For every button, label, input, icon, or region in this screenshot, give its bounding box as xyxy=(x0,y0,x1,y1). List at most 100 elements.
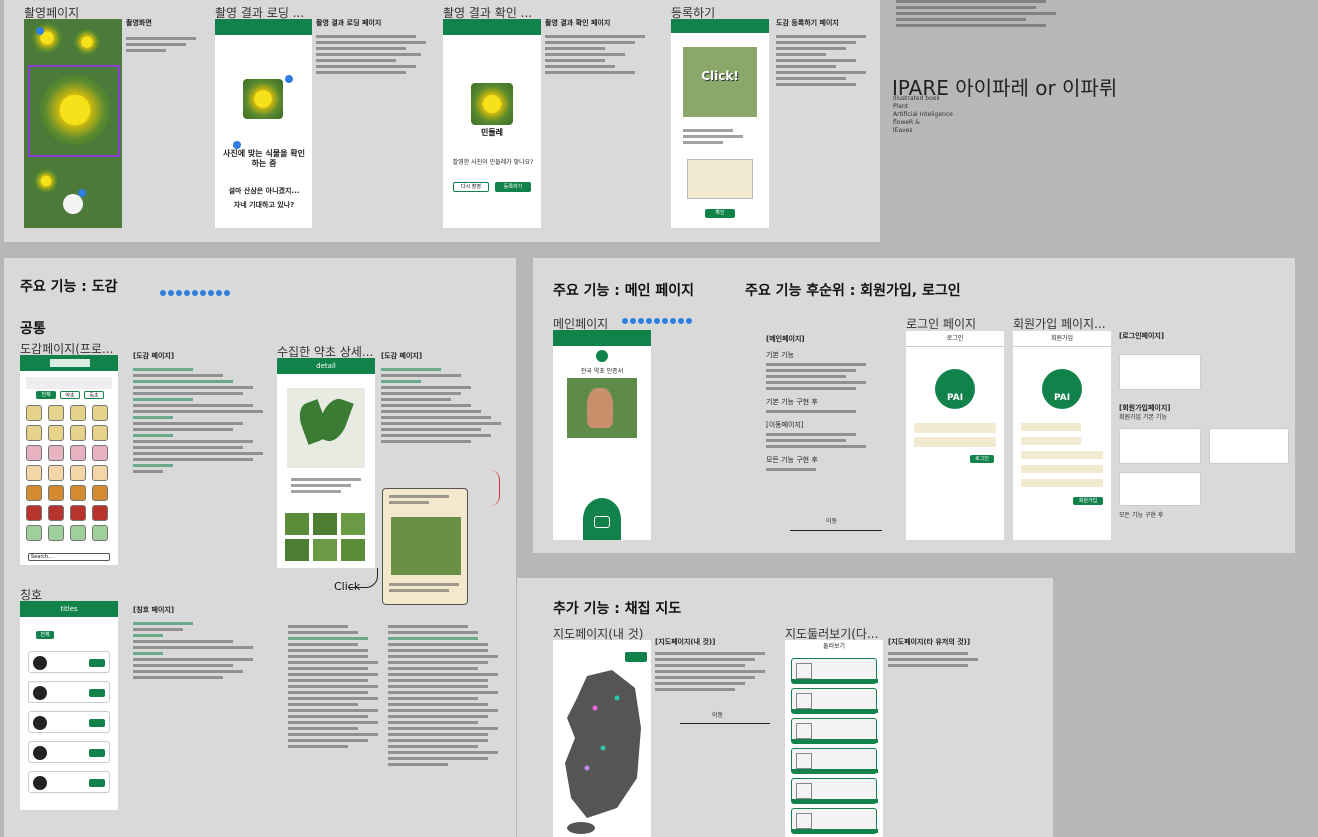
collection-item[interactable] xyxy=(26,485,42,501)
title-notes xyxy=(288,625,378,751)
title-desc-title: [칭호 페이지] xyxy=(133,606,175,614)
brand-line: Plant xyxy=(893,103,909,110)
red-arrow xyxy=(486,470,500,506)
detail-popup[interactable] xyxy=(382,488,468,605)
confirm-plant-name: 민들레 xyxy=(480,128,504,137)
collection-item[interactable] xyxy=(26,465,42,481)
register-confirm-button[interactable]: 확인 xyxy=(705,209,735,218)
collection-item[interactable] xyxy=(26,505,42,521)
map-thumbnail xyxy=(796,663,812,679)
collection-item[interactable] xyxy=(92,505,108,521)
collection-item[interactable] xyxy=(70,425,86,441)
collection-item[interactable] xyxy=(92,485,108,501)
title-tab-all[interactable]: 전체 xyxy=(36,631,54,639)
retry-button[interactable]: 다시 촬영 xyxy=(453,182,489,192)
title-select-button[interactable] xyxy=(89,689,105,697)
confirm-desc: 촬영 결과 확인 페이지 xyxy=(545,19,665,77)
search-input[interactable]: Search... xyxy=(28,553,110,561)
map-heading: 추가 기능 : 채집 지도 xyxy=(553,601,682,617)
signup-logo: PAI xyxy=(1042,369,1082,409)
title-select-button[interactable] xyxy=(89,749,105,757)
card-footer xyxy=(792,769,878,773)
collection-item[interactable] xyxy=(26,525,42,541)
brand-line: lEaves xyxy=(893,127,913,134)
shoot-desc: 촬영화면 xyxy=(126,19,206,52)
collection-item[interactable] xyxy=(92,425,108,441)
collection-item[interactable] xyxy=(48,485,64,501)
confirm-register-button[interactable]: 등록하기 xyxy=(495,182,531,192)
user-map-card[interactable] xyxy=(791,718,878,744)
dogam-desc-1-title: [도감 페이지] xyxy=(133,352,175,360)
loading-desc: 촬영 결과 로딩 페이지 xyxy=(316,19,436,77)
signup-field[interactable] xyxy=(1021,437,1081,445)
collection-item[interactable] xyxy=(70,505,86,521)
collection-item[interactable] xyxy=(70,445,86,461)
title-row[interactable] xyxy=(28,771,110,793)
title-row[interactable] xyxy=(28,711,110,733)
shoot-frame[interactable] xyxy=(24,19,122,228)
collection-item[interactable] xyxy=(92,465,108,481)
main-sub-4: 모든 기능 구현 후 xyxy=(766,456,818,464)
main-frame: 전국 약초 인증서 xyxy=(553,330,651,540)
detail-frame: detail xyxy=(277,358,375,568)
login-pw-input[interactable] xyxy=(914,437,996,447)
title-select-button[interactable] xyxy=(89,779,105,787)
collection-item[interactable] xyxy=(48,445,64,461)
avatar xyxy=(33,746,47,760)
map-thumbnail xyxy=(796,693,812,709)
login-logo: PAI xyxy=(935,369,975,409)
collection-item[interactable] xyxy=(48,525,64,541)
title-row[interactable] xyxy=(28,681,110,703)
avatar xyxy=(33,776,47,790)
collection-item[interactable] xyxy=(48,505,64,521)
map-desc-2-title: [지도페이지(타 유저의 것)] xyxy=(888,638,971,646)
detail-header: detail xyxy=(277,358,375,374)
collection-item[interactable] xyxy=(92,445,108,461)
register-memo[interactable] xyxy=(687,159,753,199)
tab-poison[interactable]: 독초 xyxy=(84,391,104,399)
tab-herb[interactable]: 약초 xyxy=(60,391,80,399)
signup-desc-title: [회원가입페이지] xyxy=(1119,404,1171,412)
title-row[interactable] xyxy=(28,741,110,763)
browse-frame: 둘러보기 xyxy=(785,640,883,837)
user-map-card[interactable] xyxy=(791,688,878,714)
collection-item[interactable] xyxy=(26,425,42,441)
collection-item[interactable] xyxy=(70,525,86,541)
shutter-button[interactable] xyxy=(63,194,83,214)
collection-item[interactable] xyxy=(70,465,86,481)
map-desc-1: [지도페이지(내 것)] xyxy=(655,638,785,694)
collection-item[interactable] xyxy=(70,405,86,421)
avatar xyxy=(33,686,47,700)
signup-field[interactable] xyxy=(1021,423,1081,431)
loading-text-2: 설마 산삼은 아니겠지... xyxy=(228,187,300,195)
loading-text-1: 사진에 맞는 식물을 확인하는 중 xyxy=(223,149,305,168)
title-select-button[interactable] xyxy=(89,719,105,727)
title-row[interactable] xyxy=(28,651,110,673)
collection-item[interactable] xyxy=(92,405,108,421)
tab-all[interactable]: 전체 xyxy=(36,391,56,399)
signup-sub-2: 모든 기능 구현 후 xyxy=(1119,512,1164,519)
collection-item[interactable] xyxy=(26,405,42,421)
signup-field[interactable] xyxy=(1021,465,1103,473)
collection-item[interactable] xyxy=(48,465,64,481)
collection-item[interactable] xyxy=(92,525,108,541)
signup-field[interactable] xyxy=(1021,451,1103,459)
user-map-card[interactable] xyxy=(791,778,878,804)
dogam-grid xyxy=(26,405,112,545)
title-select-button[interactable] xyxy=(89,659,105,667)
login-id-input[interactable] xyxy=(914,423,996,433)
collection-item[interactable] xyxy=(70,485,86,501)
signup-field[interactable] xyxy=(1021,479,1103,487)
collection-item[interactable] xyxy=(48,405,64,421)
user-map-card[interactable] xyxy=(791,808,878,834)
user-map-card[interactable] xyxy=(791,748,878,774)
signup-button[interactable]: 회원가입 xyxy=(1073,497,1103,505)
main-step-dots xyxy=(622,309,694,328)
collection-item[interactable] xyxy=(48,425,64,441)
brand-line: Illustrated book xyxy=(893,95,940,102)
login-button[interactable]: 로그인 xyxy=(970,455,994,463)
collection-item[interactable] xyxy=(26,445,42,461)
main-move-arrow xyxy=(790,530,882,531)
user-map-card[interactable] xyxy=(791,658,878,684)
map-toggle-button[interactable] xyxy=(625,652,647,662)
